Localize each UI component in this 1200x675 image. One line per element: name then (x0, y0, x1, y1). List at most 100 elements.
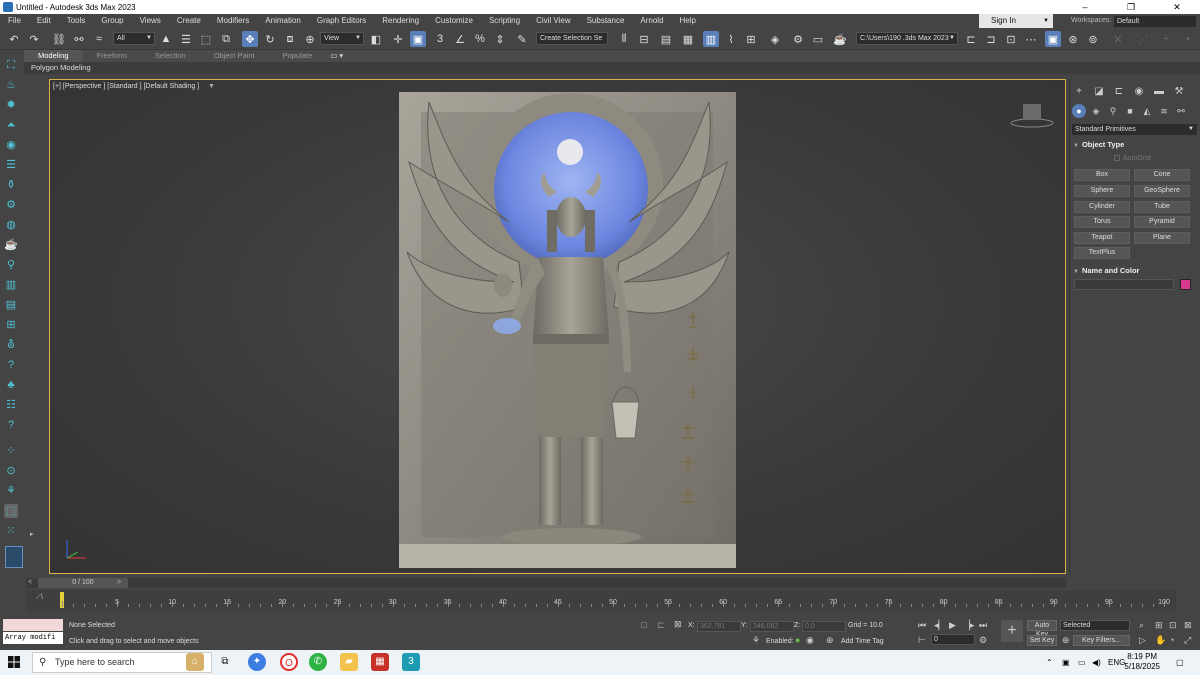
menu-substance[interactable]: Substance (579, 14, 633, 28)
plane-button[interactable]: Plane (1134, 232, 1190, 244)
render-icon[interactable]: ◍ (4, 218, 18, 232)
menu-tools[interactable]: Tools (59, 14, 94, 28)
spacewarps-icon[interactable]: ≋ (1157, 104, 1171, 118)
prev-frame-arrow-icon[interactable]: < (28, 578, 32, 588)
next-frame-icon[interactable]: ▕▸ (963, 620, 974, 631)
tab-selection[interactable]: Selection (141, 50, 200, 62)
angle-snap-icon[interactable]: ∠ (452, 31, 468, 47)
cameras-icon[interactable]: ■ (1123, 104, 1137, 118)
tray-chevron-icon[interactable]: ⌃ (1046, 650, 1053, 675)
percent-snap-icon[interactable]: % (472, 31, 488, 47)
list-icon[interactable]: ☷ (4, 398, 18, 412)
menu-help[interactable]: Help (672, 14, 704, 28)
pan-icon[interactable]: ✋ (1155, 635, 1166, 646)
shapes-icon[interactable]: ◈ (1089, 104, 1103, 118)
notification-icon[interactable]: ▢ (1176, 650, 1184, 675)
time-slider[interactable]: < 0 / 100 > (26, 578, 1066, 588)
selection-filter-dropdown[interactable]: All ▼ (113, 32, 155, 45)
panel-icon[interactable]: ▤ (4, 298, 18, 312)
menu-customize[interactable]: Customize (427, 14, 481, 28)
3dsmax-taskbar-icon[interactable]: 3 (402, 653, 420, 671)
help-icon[interactable]: ? (4, 418, 18, 432)
battery-icon[interactable]: ▭ (1078, 650, 1086, 675)
whatsapp-icon[interactable]: ✆ (309, 653, 327, 671)
target-icon[interactable]: ⊙ (4, 464, 18, 478)
y-coordinate-field[interactable]: 346,062 (750, 621, 794, 632)
bind-spacewarp-icon[interactable]: ≈ (91, 31, 107, 47)
project-path-dropdown[interactable]: C:\Users\190 .3ds Max 2023 ▼ (856, 32, 958, 45)
add-time-tag[interactable]: Add Time Tag (841, 638, 884, 645)
create-icon[interactable]: ⛶ (4, 58, 18, 72)
list-icon[interactable]: ☰ (4, 158, 18, 172)
x-coordinate-field[interactable]: 362,781 (697, 621, 741, 632)
zoom-icon[interactable]: ⌕ (1139, 620, 1144, 631)
open-folder-icon[interactable]: ⊐ (983, 31, 999, 47)
scene-explorer-icon[interactable]: ▤ (658, 31, 674, 47)
current-frame-field[interactable]: 0 (931, 634, 975, 645)
menu-civil-view[interactable]: Civil View (528, 14, 579, 28)
viewport-layout-icon[interactable]: ▣ (1045, 31, 1061, 47)
filter-icon[interactable]: ▼ (208, 83, 215, 90)
key-filter-icon[interactable]: ⊕ (1062, 635, 1070, 646)
key-mode-icon[interactable]: ⊢ (918, 635, 926, 646)
create-tab-icon[interactable]: + (1072, 85, 1086, 99)
set-key-button[interactable]: Set Key (1027, 635, 1057, 646)
maxscript-listener[interactable] (3, 619, 63, 631)
go-to-end-icon[interactable]: ⏭ (979, 620, 987, 631)
select-rotate-icon[interactable]: ↻ (262, 31, 278, 47)
select-object-icon[interactable]: ▲ (158, 31, 174, 47)
snaps-toggle-icon[interactable]: 3 (432, 31, 448, 47)
object-name-input[interactable] (1074, 279, 1174, 290)
tab-modeling[interactable]: Modeling (24, 50, 83, 62)
layer-explorer-icon[interactable]: ▦ (680, 31, 696, 47)
window-crossing-icon[interactable]: ⧉ (218, 31, 234, 47)
save-folder-icon[interactable]: ⊡ (1003, 31, 1019, 47)
sign-in-dropdown[interactable]: Sign In ▼ (979, 14, 1053, 28)
file-explorer-icon[interactable]: ▰ (340, 653, 358, 671)
teapot-icon[interactable]: ⛢ (4, 338, 18, 352)
maximize-button[interactable]: ❐ (1108, 0, 1154, 14)
teapot-icon[interactable]: ☕ (4, 238, 18, 252)
copilot-icon[interactable]: ✦ (248, 653, 266, 671)
z-coordinate-field[interactable]: 0,0 (802, 621, 846, 632)
render-setup-icon[interactable]: ⚙ (790, 31, 806, 47)
menu-edit[interactable]: Edit (29, 14, 59, 28)
utilities-tab-icon[interactable]: ⚒ (1172, 85, 1186, 99)
geosphere-button[interactable]: GeoSphere (1134, 185, 1190, 197)
workspace-dropdown[interactable]: Default (1114, 16, 1196, 27)
render-icon[interactable]: ⊚ (1085, 31, 1101, 47)
spinner-snap-icon[interactable]: ⇕ (492, 31, 508, 47)
key-filters-button[interactable]: Key Filters... (1073, 635, 1130, 646)
dots-icon[interactable]: ⁘ (4, 444, 18, 458)
network-icon[interactable]: ▣ (1062, 650, 1070, 675)
viewcube-gizmo[interactable] (1010, 104, 1054, 128)
name-color-rollout[interactable]: ▼ Name and Color (1073, 265, 1197, 277)
named-selection-dropdown[interactable]: Create Selection Se (536, 32, 608, 45)
rendered-frame-icon[interactable]: ▭ (810, 31, 826, 47)
object-color-swatch[interactable] (1180, 279, 1191, 290)
minimize-button[interactable]: – (1062, 0, 1108, 14)
time-slider-handle[interactable]: 0 / 100 (38, 578, 128, 588)
project-folder-icon[interactable]: ⊏ (963, 31, 979, 47)
viewport-label[interactable]: [+] [Perspective ] [Standard ] [Default … (53, 83, 199, 90)
orbit-icon[interactable]: ◔ (1169, 635, 1174, 645)
pivot-center-icon[interactable]: ◧ (368, 31, 384, 47)
object-type-rollout[interactable]: ▼ Object Type (1073, 139, 1197, 151)
key-mode-dropdown[interactable]: Selected (1060, 620, 1130, 631)
auto-key-button[interactable]: Auto Key (1027, 620, 1057, 638)
zoom-all-icon[interactable]: ⊞ (1155, 620, 1163, 631)
gear-icon[interactable]: ⚙ (4, 198, 18, 212)
time-config-icon[interactable]: ⚘ (752, 635, 760, 646)
systems-icon[interactable]: ⚯ (1174, 104, 1188, 118)
torus-button[interactable]: Torus (1074, 216, 1130, 228)
grid-icon[interactable]: ⊞ (4, 318, 18, 332)
manipulate-icon[interactable]: ✛ (390, 31, 406, 47)
box-button[interactable]: Box (1074, 169, 1130, 181)
absolute-mode-icon[interactable]: ⊠ (674, 619, 682, 630)
menu-group[interactable]: Group (93, 14, 131, 28)
polygon-modeling-panel[interactable]: Polygon Modeling (24, 62, 1200, 74)
go-to-start-icon[interactable]: ⏮ (918, 620, 926, 631)
edit-named-sets-icon[interactable]: ✎ (514, 31, 530, 47)
sphere-button[interactable]: Sphere (1074, 185, 1130, 197)
material-editor-icon[interactable]: ◈ (767, 31, 783, 47)
